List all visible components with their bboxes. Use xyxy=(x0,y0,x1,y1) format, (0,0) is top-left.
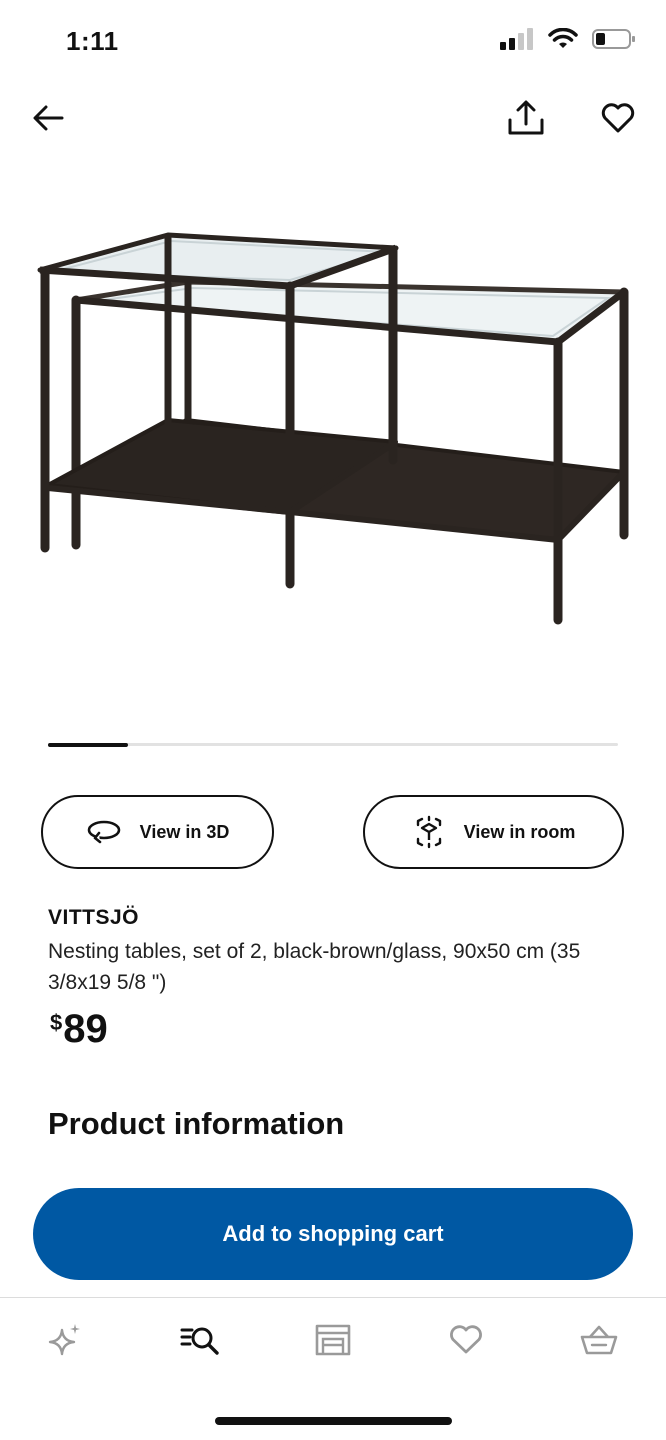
product-price: $ 89 xyxy=(50,1006,108,1052)
tab-search[interactable] xyxy=(172,1318,228,1362)
basket-icon xyxy=(580,1325,618,1355)
cellular-signal-icon xyxy=(500,28,533,50)
view-in-room-button[interactable]: View in room xyxy=(363,795,624,869)
carousel-progress-fill xyxy=(48,742,128,747)
view-in-3d-label: View in 3D xyxy=(139,821,230,842)
product-description: Nesting tables, set of 2, black-brown/gl… xyxy=(48,940,581,994)
battery-icon xyxy=(592,29,635,49)
product-name: VITTSJÖ xyxy=(48,906,140,929)
status-icons xyxy=(500,28,636,50)
price-amount: 89 xyxy=(63,1007,108,1051)
tab-inspiration[interactable] xyxy=(38,1318,94,1362)
status-time: 1:11 xyxy=(66,26,119,56)
home-indicator[interactable] xyxy=(215,1417,452,1425)
view-in-3d-button[interactable]: View in 3D xyxy=(41,795,274,869)
heart-icon xyxy=(450,1325,482,1354)
tab-cart[interactable] xyxy=(571,1318,627,1362)
tab-favorites[interactable] xyxy=(438,1318,494,1362)
favorite-button[interactable] xyxy=(594,94,642,142)
product-page: 1:11 View in 3D View in room VITTSJÖ Nes… xyxy=(0,0,666,1440)
search-icon xyxy=(180,1327,219,1355)
share-icon xyxy=(508,100,544,135)
rotate-3d-icon xyxy=(87,820,120,844)
store-icon xyxy=(315,1324,351,1356)
share-button[interactable] xyxy=(502,94,550,142)
wifi-icon xyxy=(548,28,578,48)
carousel-progress[interactable] xyxy=(48,742,618,747)
arrow-left-icon xyxy=(33,105,64,131)
tab-stores[interactable] xyxy=(305,1318,361,1362)
back-button[interactable] xyxy=(24,94,72,142)
product-information-heading[interactable]: Product information xyxy=(48,1106,344,1142)
heart-icon xyxy=(601,103,635,133)
view-in-room-label: View in room xyxy=(463,821,576,842)
sparkle-icon xyxy=(48,1324,80,1356)
add-to-cart-label: Add to shopping cart xyxy=(222,1221,444,1246)
price-currency: $ xyxy=(50,1010,63,1035)
nesting-tables-image[interactable] xyxy=(28,220,638,640)
ar-cube-icon xyxy=(416,815,441,849)
add-to-cart-button[interactable]: Add to shopping cart xyxy=(33,1188,633,1280)
